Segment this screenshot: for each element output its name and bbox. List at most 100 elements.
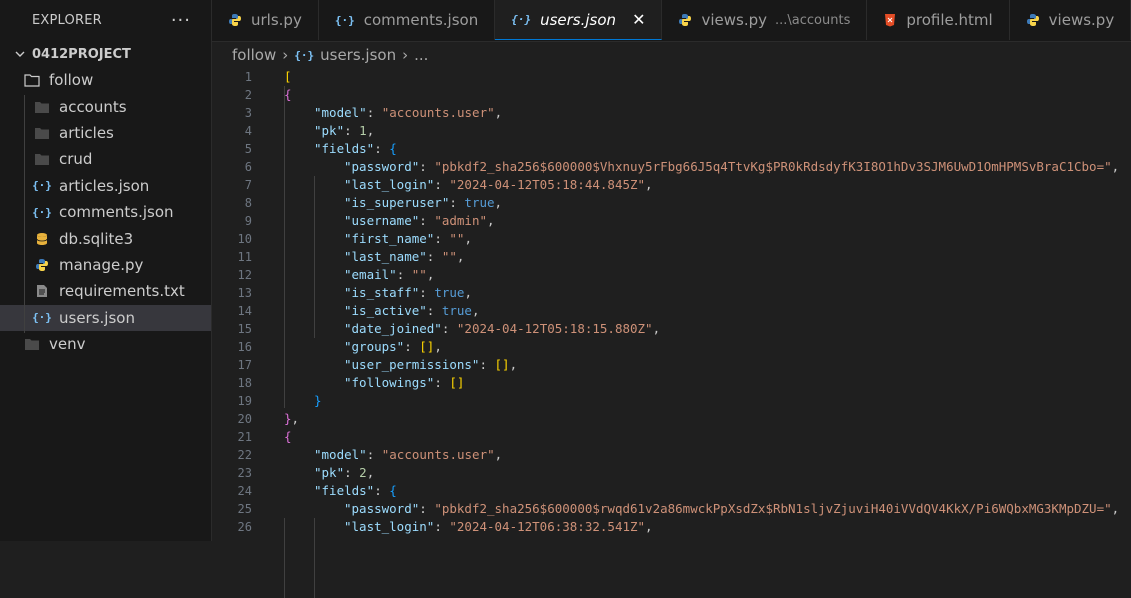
sidebar-item-comments-json[interactable]: {·} comments.json — [0, 199, 211, 225]
code-token: : — [426, 303, 442, 318]
code-editor[interactable]: 1[2{3 "model": "accounts.user", 4 "pk": 1, 5… — [212, 68, 1131, 598]
json-icon: {·} — [334, 13, 355, 27]
code-text: [ — [252, 68, 292, 86]
more-actions-icon[interactable]: ··· — [171, 10, 191, 31]
explorer-header: EXPLORER ··· — [0, 0, 211, 41]
code-token: : — [366, 105, 382, 120]
code-token: "fields" — [314, 483, 375, 498]
code-text: } — [252, 392, 322, 410]
code-token: : — [419, 159, 435, 174]
sidebar-item-db-sqlite3[interactable]: db.sqlite3 — [0, 225, 211, 251]
code-token: , — [509, 357, 518, 372]
line-number: 12 — [237, 268, 252, 282]
code-token: : — [426, 249, 442, 264]
sidebar-item-accounts[interactable]: accounts — [0, 93, 211, 119]
code-text: "model": "accounts.user", — [252, 446, 502, 464]
tab-description: ...\accounts — [775, 12, 851, 28]
line-number: 25 — [237, 502, 252, 516]
code-token: , — [291, 411, 300, 426]
code-token: : — [344, 465, 360, 480]
sidebar-item-label: crud — [59, 150, 93, 169]
code-token: : — [449, 195, 465, 210]
code-line: 3 "model": "accounts.user", — [212, 104, 1131, 122]
code-token: "password" — [344, 501, 420, 516]
line-number: 17 — [237, 358, 252, 372]
sidebar-item-users-json[interactable]: {·} users.json — [0, 304, 211, 331]
code-token: , — [434, 339, 442, 354]
code-token: : — [374, 483, 390, 498]
code-token: "" — [449, 231, 465, 246]
line-number: 13 — [237, 286, 252, 300]
tab-comments-json[interactable]: {·} comments.json — [319, 0, 496, 40]
code-token: "" — [441, 249, 457, 264]
code-token: : — [404, 339, 420, 354]
tab-profile-html[interactable]: profile.html — [867, 0, 1010, 40]
line-number: 22 — [237, 448, 252, 462]
sidebar-item-requirements-txt[interactable]: requirements.txt — [0, 278, 211, 304]
code-token: : — [434, 231, 450, 246]
line-number: 4 — [244, 124, 252, 138]
python-icon — [34, 257, 50, 273]
code-token: , — [494, 105, 503, 120]
code-token: "username" — [344, 213, 420, 228]
code-token: 1 — [359, 123, 367, 138]
breadcrumb-symbol[interactable]: ... — [414, 46, 428, 64]
code-text: { — [252, 428, 292, 446]
tab-views-py[interactable]: views.py — [1010, 0, 1131, 40]
breadcrumb-file[interactable]: users.json — [320, 46, 396, 64]
sidebar-item-label: manage.py — [59, 255, 144, 274]
line-number: 10 — [237, 232, 252, 246]
chevron-down-icon — [12, 49, 28, 59]
sidebar-item-venv[interactable]: venv — [0, 331, 211, 357]
code-line: 8 "is_superuser": true, — [212, 194, 1131, 212]
code-token: "is_superuser" — [344, 195, 450, 210]
breadcrumb-folder[interactable]: follow — [232, 46, 276, 64]
html-icon — [883, 13, 897, 27]
code-token: "2024-04-12T06:38:32.541Z" — [449, 519, 646, 534]
sidebar-item-manage-py[interactable]: manage.py — [0, 252, 211, 278]
code-token: [] — [419, 339, 435, 354]
code-token: { — [284, 87, 292, 102]
code-text: "model": "accounts.user", — [252, 104, 502, 122]
database-icon — [34, 231, 50, 247]
code-text: "password": "pbkdf2_sha256$600000$Vhxnuy… — [252, 158, 1119, 176]
close-icon[interactable]: ✕ — [632, 10, 645, 29]
line-number: 2 — [244, 88, 252, 102]
folder-open-icon — [24, 72, 40, 88]
tab-label: views.py — [701, 11, 767, 29]
code-line: 25 "password": "pbkdf2_sha256$600000$rwqd… — [212, 500, 1131, 518]
sidebar-item-crud[interactable]: crud — [0, 146, 211, 172]
code-token: , — [487, 213, 495, 228]
sidebar-item-follow[interactable]: follow — [0, 67, 211, 93]
code-token: : — [396, 267, 412, 282]
folder-icon — [24, 336, 40, 352]
tab-users-json[interactable]: {·} users.json ✕ — [495, 0, 663, 40]
line-number: 7 — [244, 178, 252, 192]
code-line: 11 "last_name": "", — [212, 248, 1131, 266]
tab-urls-py[interactable]: urls.py — [212, 0, 319, 40]
code-token: 2 — [359, 465, 367, 480]
sidebar-item-label: venv — [49, 335, 86, 354]
line-number: 9 — [244, 214, 252, 228]
tab-views-py[interactable]: views.py ...\accounts — [662, 0, 868, 40]
sidebar-item-articles[interactable]: articles — [0, 120, 211, 146]
breadcrumb: follow › {·} users.json › ... — [232, 44, 428, 66]
folder-icon — [34, 99, 50, 115]
line-number: 18 — [237, 376, 252, 390]
code-line: 21 { — [212, 428, 1131, 446]
tab-label: profile.html — [906, 11, 993, 29]
folder-icon — [34, 151, 50, 167]
project-name: 0412PROJECT — [32, 46, 131, 62]
code-token: "date_joined" — [344, 321, 442, 336]
project-root[interactable]: 0412PROJECT — [0, 41, 211, 67]
code-token: "admin" — [434, 213, 488, 228]
code-token: "is_staff" — [344, 285, 420, 300]
code-token: "password" — [344, 159, 420, 174]
code-line: 9 "username": "admin", — [212, 212, 1131, 230]
json-icon: {·} — [32, 179, 52, 193]
explorer-sidebar: EXPLORER ··· 0412PROJECT follow accounts a… — [0, 0, 212, 541]
sidebar-item-articles-json[interactable]: {·} articles.json — [0, 173, 211, 199]
folder-icon — [34, 125, 50, 141]
code-token: : — [366, 447, 382, 462]
code-token: "accounts.user" — [381, 447, 495, 462]
